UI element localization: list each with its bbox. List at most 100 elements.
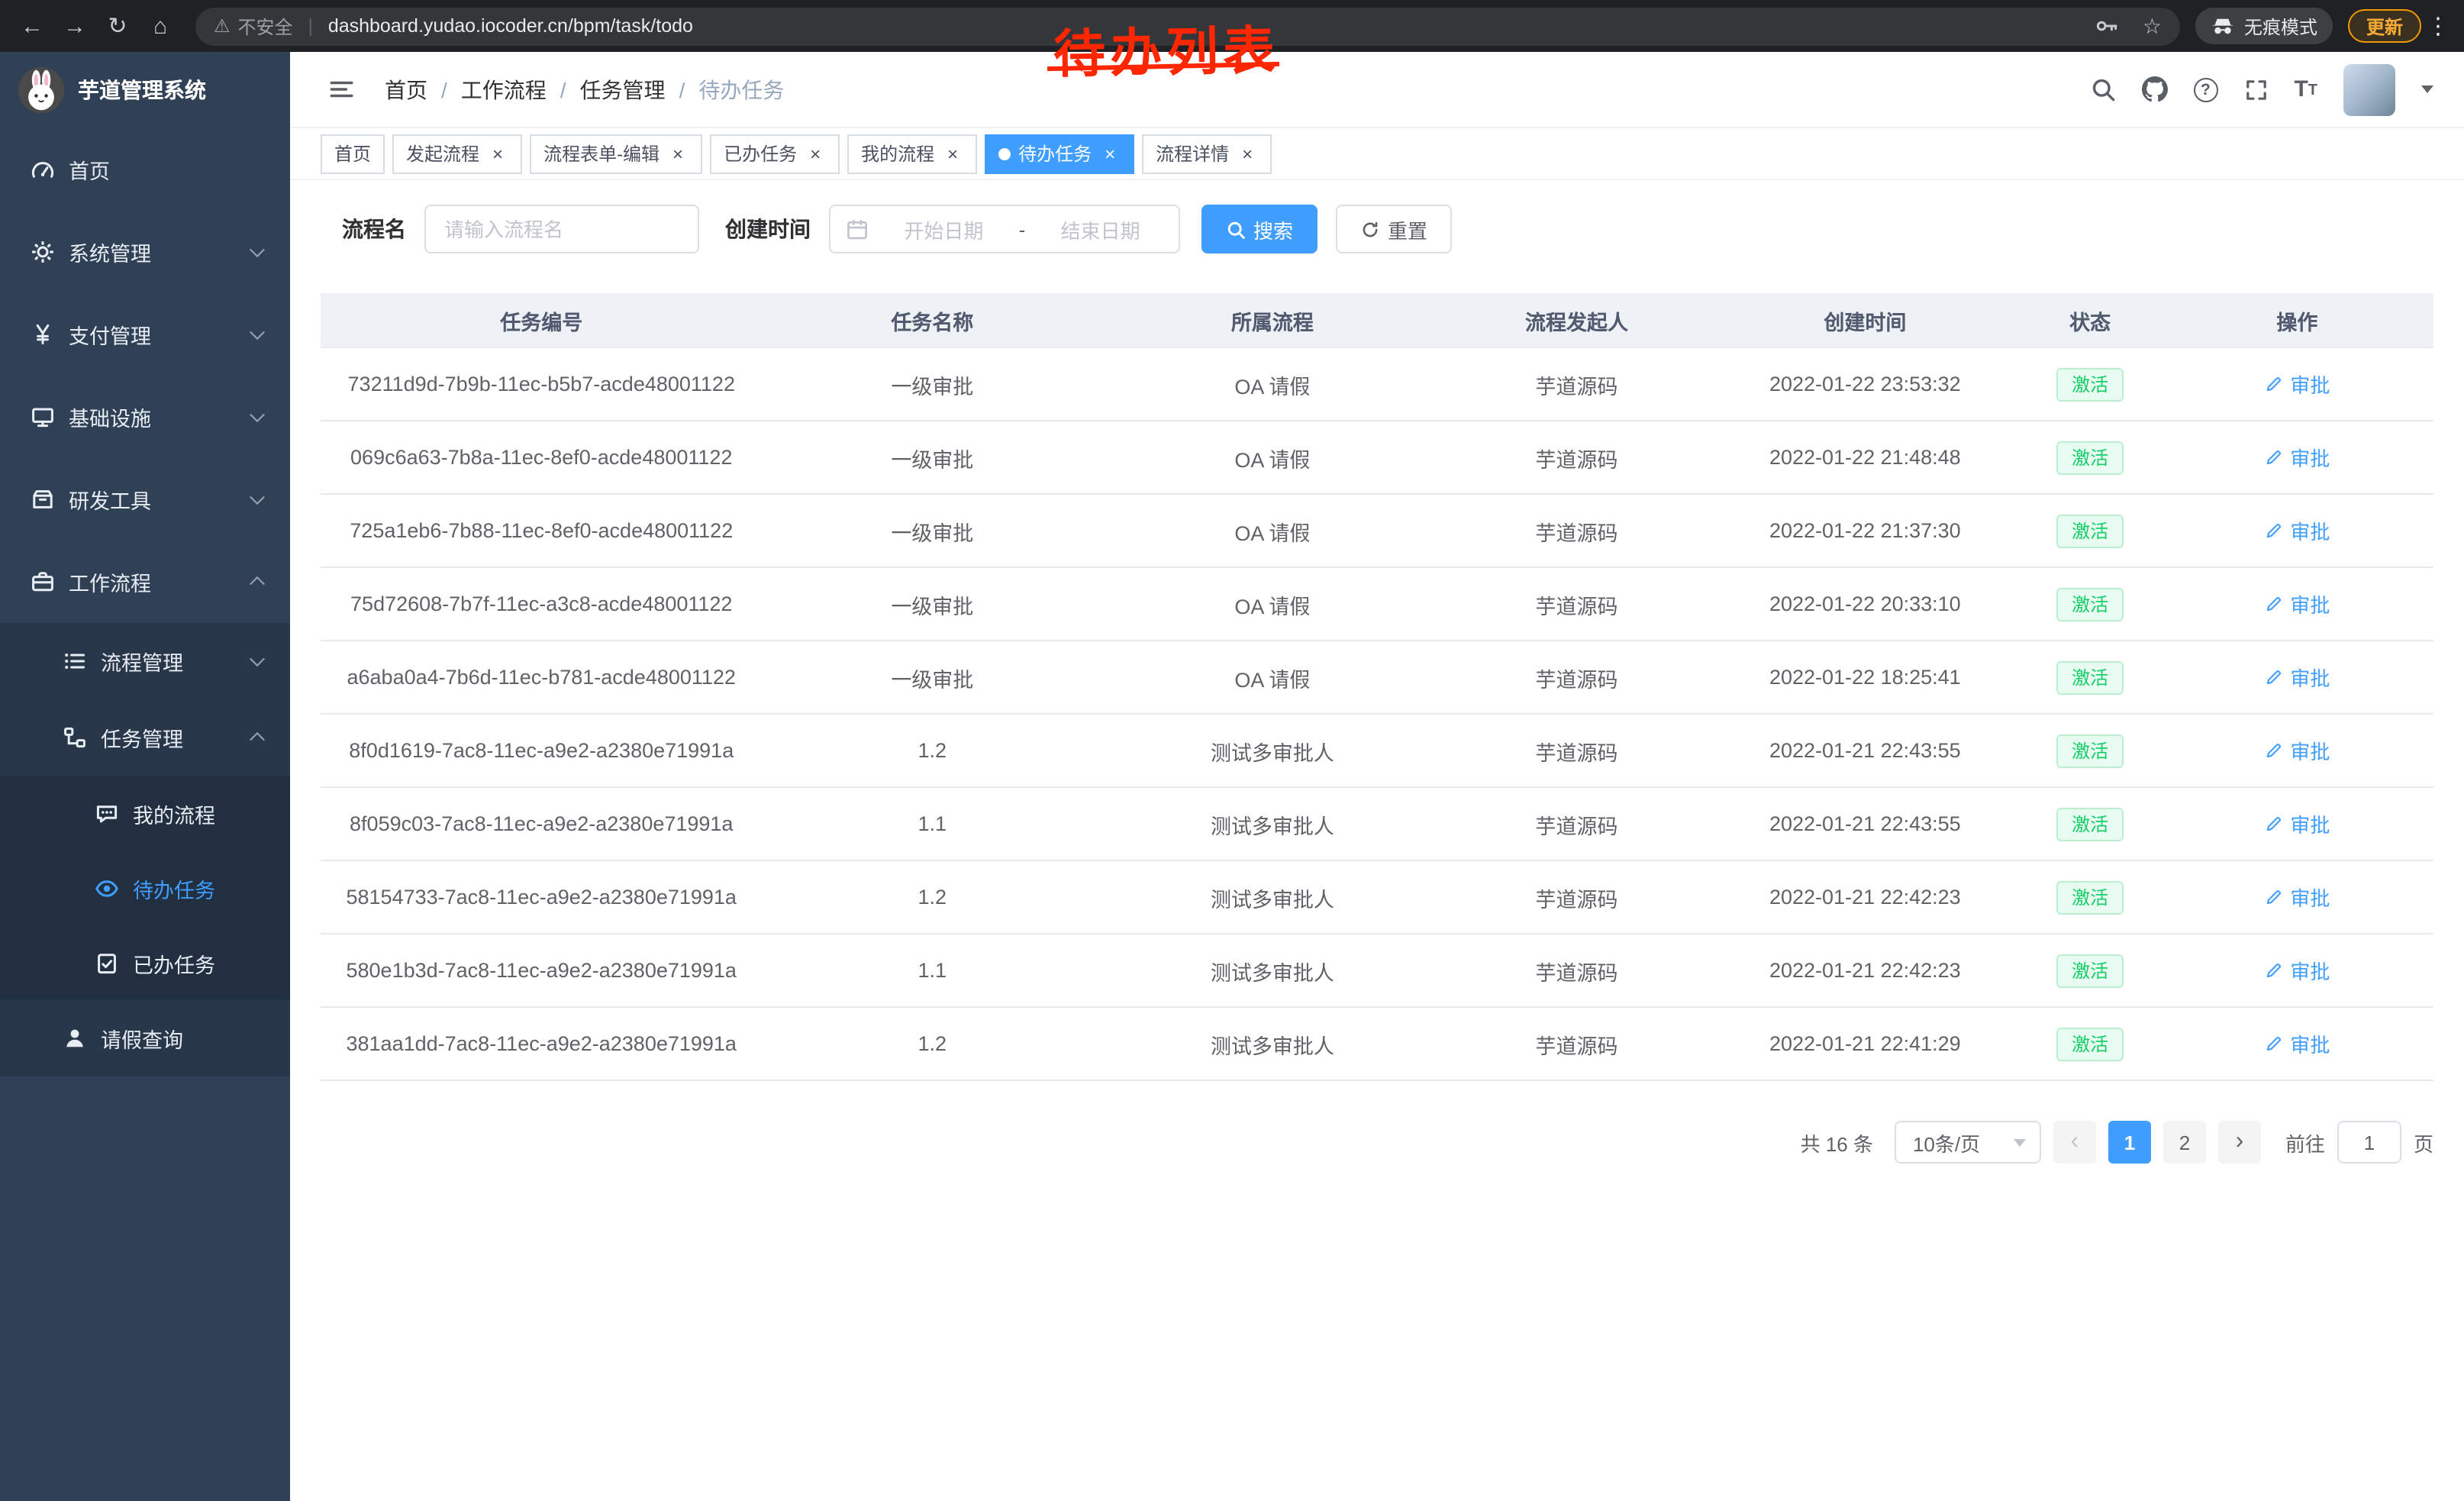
cell-task-name: 1.2 [763, 1032, 1103, 1055]
github-icon[interactable] [2141, 76, 2167, 102]
top-navbar: 首页/工作流程/任务管理/待办任务 ? TT [290, 52, 2464, 128]
avatar[interactable] [2343, 63, 2395, 115]
close-icon[interactable]: × [1099, 143, 1121, 164]
cell-process: 测试多审批人 [1102, 955, 1443, 986]
cell-created-time: 2022-01-22 21:48:48 [1711, 446, 2019, 469]
sidebar-item-payment[interactable]: 支付管理 [0, 293, 290, 376]
column-header-process: 所属流程 [1102, 305, 1443, 335]
sidebar-item-infrastructure[interactable]: 基础设施 [0, 376, 290, 458]
browser-menu-icon[interactable]: ⋮ [2424, 12, 2452, 40]
cell-status: 激活 [2019, 954, 2160, 987]
approve-link[interactable]: 审批 [2264, 809, 2330, 838]
approve-link[interactable]: 审批 [2264, 589, 2330, 618]
cell-task-id: 381aa1dd-7ac8-11ec-a9e2-a2380e71991a [321, 1032, 763, 1055]
sidebar-item-done-tasks[interactable]: 已办任务 [0, 925, 290, 1000]
avatar-caret-icon[interactable] [2421, 86, 2433, 93]
page-button-1[interactable]: 1 [2108, 1121, 2151, 1164]
date-range-picker[interactable]: 开始日期 - 结束日期 [829, 205, 1180, 253]
sidebar-item-system[interactable]: 系统管理 [0, 211, 290, 293]
next-page-button[interactable]: › [2218, 1121, 2261, 1164]
close-icon[interactable]: × [1237, 143, 1258, 164]
process-name-input[interactable] [424, 205, 699, 253]
cell-task-id: 069c6a63-7b8a-11ec-8ef0-acde48001122 [321, 446, 763, 469]
approve-link[interactable]: 审批 [2264, 443, 2330, 472]
breadcrumb-item[interactable]: 任务管理 [580, 74, 666, 105]
cell-task-id: 725a1eb6-7b88-11ec-8ef0-acde48001122 [321, 519, 763, 542]
tab-my-process[interactable]: 我的流程× [847, 134, 977, 173]
process-name-label: 流程名 [342, 214, 406, 244]
approve-link[interactable]: 审批 [2264, 736, 2330, 765]
page-size-select[interactable]: 10条/页 [1895, 1121, 2041, 1164]
reset-button-label: 重置 [1388, 215, 1427, 244]
sidebar-toggle-icon[interactable] [328, 76, 354, 102]
sidebar-item-process-mgmt[interactable]: 流程管理 [0, 623, 290, 699]
tab-todo-tasks[interactable]: 待办任务× [985, 134, 1134, 173]
approve-link[interactable]: 审批 [2264, 663, 2330, 692]
home-button[interactable]: ⌂ [140, 6, 180, 46]
page-button-2[interactable]: 2 [2163, 1121, 2206, 1164]
breadcrumb-item[interactable]: 首页 [385, 74, 427, 105]
cell-task-name: 一级审批 [763, 589, 1103, 619]
forward-button[interactable]: → [55, 6, 95, 46]
logo-avatar [18, 67, 64, 113]
close-icon[interactable]: × [487, 143, 508, 164]
cell-task-name: 1.1 [763, 812, 1103, 835]
approve-link-label: 审批 [2290, 370, 2330, 399]
sidebar-item-dev-tools[interactable]: 研发工具 [0, 458, 290, 541]
breadcrumb-item[interactable]: 工作流程 [461, 74, 547, 105]
tab-start-process[interactable]: 发起流程× [392, 134, 522, 173]
cell-created-time: 2022-01-21 22:43:55 [1711, 812, 2019, 835]
cell-actions: 审批 [2161, 809, 2433, 838]
sidebar-item-my-process[interactable]: 我的流程 [0, 776, 290, 851]
sidebar-item-todo-tasks[interactable]: 待办任务 [0, 851, 290, 925]
cell-process: 测试多审批人 [1102, 809, 1443, 839]
sidebar-item-label: 已办任务 [133, 947, 215, 978]
fullscreen-icon[interactable] [2243, 77, 2268, 102]
sidebar-item-home[interactable]: 首页 [0, 128, 290, 211]
approve-link[interactable]: 审批 [2264, 1029, 2330, 1058]
key-icon[interactable] [2095, 14, 2120, 38]
goto-page-input[interactable] [2337, 1121, 2401, 1164]
back-button[interactable]: ← [12, 6, 52, 46]
sidebar-item-leave-query[interactable]: 请假查询 [0, 1000, 290, 1077]
sidebar-item-workflow[interactable]: 工作流程 [0, 541, 290, 623]
sidebar-item-label: 流程管理 [101, 646, 183, 676]
security-indicator[interactable]: ⚠ 不安全 [214, 13, 293, 39]
status-badge: 激活 [2056, 660, 2124, 694]
sidebar-item-task-mgmt[interactable]: 任务管理 [0, 699, 290, 776]
page-list: 12 [2108, 1121, 2206, 1164]
approve-link-label: 审批 [2290, 736, 2330, 765]
cell-status: 激活 [2019, 660, 2160, 694]
prev-page-button[interactable]: ‹ [2053, 1121, 2096, 1164]
approve-link[interactable]: 审批 [2264, 883, 2330, 912]
approve-link[interactable]: 审批 [2264, 516, 2330, 545]
approve-link[interactable]: 审批 [2264, 370, 2330, 399]
cell-actions: 审批 [2161, 516, 2433, 545]
tab-form-edit[interactable]: 流程表单-编辑× [530, 134, 702, 173]
approve-link[interactable]: 审批 [2264, 956, 2330, 985]
cell-initiator: 芋道源码 [1443, 369, 1711, 399]
close-icon[interactable]: × [667, 143, 689, 164]
tab-home[interactable]: 首页 [321, 134, 385, 173]
calendar-icon [846, 218, 869, 240]
search-button[interactable]: 搜索 [1201, 205, 1317, 253]
update-button[interactable]: 更新 [2348, 9, 2421, 43]
close-icon[interactable]: × [805, 143, 826, 164]
incognito-label: 无痕模式 [2244, 13, 2317, 39]
app-logo[interactable]: 芋道管理系统 [0, 52, 290, 128]
approve-link-label: 审批 [2290, 443, 2330, 472]
column-header-initiator: 流程发起人 [1443, 305, 1711, 335]
close-icon[interactable]: × [942, 143, 963, 164]
status-badge: 激活 [2056, 880, 2124, 914]
tab-process-detail[interactable]: 流程详情× [1142, 134, 1272, 173]
list-icon [63, 649, 87, 673]
help-icon[interactable]: ? [2193, 77, 2217, 102]
approve-link-label: 审批 [2290, 589, 2330, 618]
font-size-icon[interactable]: TT [2294, 78, 2317, 101]
reset-button[interactable]: 重置 [1336, 205, 1452, 253]
search-icon[interactable] [2089, 76, 2115, 102]
reload-button[interactable]: ↻ [98, 6, 137, 46]
cell-task-name: 一级审批 [763, 442, 1103, 473]
bookmark-star-icon[interactable]: ☆ [2143, 13, 2162, 39]
tab-done-tasks[interactable]: 已办任务× [710, 134, 840, 173]
